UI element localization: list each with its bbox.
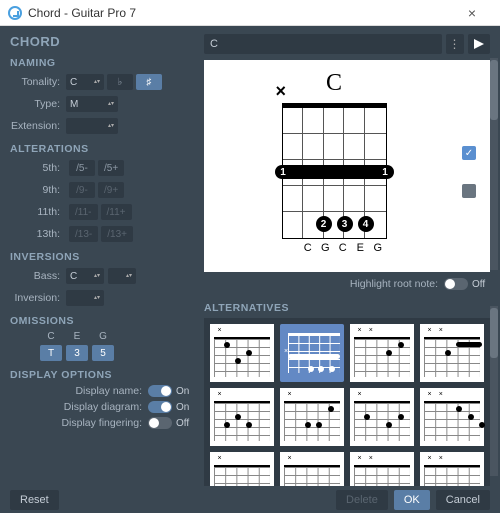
extension-select[interactable]: ▴▾ [66, 118, 118, 134]
alt5-minus[interactable]: /5- [69, 160, 95, 176]
alternatives-scrollbar[interactable] [490, 306, 498, 476]
alt-chord-6[interactable]: × [280, 388, 344, 446]
left-panel: CHORD NAMING Tonality: C▴▾ ♭ ♯ Type: M▴▾… [0, 26, 204, 486]
extension-label: Extension: [10, 120, 66, 132]
tonality-label: Tonality: [10, 76, 66, 88]
ok-button[interactable]: OK [394, 490, 430, 510]
alt-chord-12[interactable]: ×× [420, 452, 484, 486]
diagram-scrollbar[interactable] [490, 58, 498, 270]
flat-button[interactable]: ♭ [107, 74, 133, 90]
alt-chord-9[interactable]: × [210, 452, 274, 486]
alt-chord-1[interactable]: × [210, 324, 274, 382]
sharp-button[interactable]: ♯ [136, 74, 162, 90]
alt11-label: 11th: [10, 206, 66, 218]
alt5-plus[interactable]: /5+ [98, 160, 124, 176]
omissions-row: CT E3 G5 [40, 331, 194, 361]
inversions-header: INVERSIONS [10, 251, 194, 263]
alt-chord-7[interactable]: × [350, 388, 414, 446]
display-name-label: Display name: [75, 385, 142, 397]
alternatives-header: ALTERNATIVES [204, 302, 490, 314]
om-e-label: E [74, 331, 81, 345]
alt11-minus[interactable]: /11- [69, 204, 98, 220]
display-diagram-state: On [176, 402, 194, 413]
display-diagram-label: Display diagram: [64, 401, 142, 413]
alt-chord-2[interactable]: × [280, 324, 344, 382]
om-c-label: C [47, 331, 54, 345]
string-names: CGCEG [282, 242, 387, 254]
display-fingering-toggle[interactable] [148, 417, 172, 429]
alt-chord-4[interactable]: ×× [420, 324, 484, 382]
diagram-check-1[interactable]: ✓ [462, 146, 476, 160]
alt13-minus[interactable]: /13- [69, 226, 98, 242]
om-t-button[interactable]: T [40, 345, 62, 361]
chord-header: CHORD [10, 34, 194, 49]
alt-chord-10[interactable]: × [280, 452, 344, 486]
display-name-toggle[interactable] [148, 385, 172, 397]
alt13-plus[interactable]: /13+ [101, 226, 133, 242]
finger-dot-4: 4 [358, 216, 374, 232]
om-3-button[interactable]: 3 [66, 345, 88, 361]
more-button[interactable]: ⋮ [446, 34, 464, 54]
alternatives-panel: × × ×× ×× × × × ×× × × ×× ×× [204, 318, 490, 486]
delete-button[interactable]: Delete [336, 490, 388, 510]
diagram-check-2[interactable] [462, 184, 476, 198]
naming-header: NAMING [10, 57, 194, 69]
highlight-state: Off [472, 279, 490, 290]
bass-select[interactable]: C▴▾ [66, 268, 104, 284]
alt-chord-11[interactable]: ×× [350, 452, 414, 486]
alt-chord-8[interactable]: ×× [420, 388, 484, 446]
play-button[interactable] [468, 34, 490, 54]
footer: Reset Delete OK Cancel [0, 486, 500, 513]
inversion-label: Inversion: [10, 292, 66, 304]
highlight-toggle[interactable] [444, 278, 468, 290]
titlebar: Chord - Guitar Pro 7 × [0, 0, 500, 26]
cancel-button[interactable]: Cancel [436, 490, 490, 510]
display-diagram-toggle[interactable] [148, 401, 172, 413]
alt5-label: 5th: [10, 162, 66, 174]
finger-dot-2: 2 [316, 216, 332, 232]
alt-chord-3[interactable]: ×× [350, 324, 414, 382]
reset-button[interactable]: Reset [10, 490, 59, 510]
alt11-plus[interactable]: /11+ [101, 204, 132, 220]
display-name-state: On [176, 386, 194, 397]
display-fingering-label: Display fingering: [61, 417, 142, 429]
display-fingering-state: Off [176, 418, 194, 429]
barre-indicator: 11 [275, 165, 394, 179]
bass-label: Bass: [10, 270, 66, 282]
type-label: Type: [10, 98, 66, 110]
window-title: Chord - Guitar Pro 7 [28, 6, 452, 20]
display-header: DISPLAY OPTIONS [10, 369, 194, 381]
highlight-label: Highlight root note: [350, 278, 438, 290]
inversion-select[interactable]: ▴▾ [66, 290, 104, 306]
diagram-chord-name: C [326, 70, 342, 97]
alt9-minus[interactable]: /9- [69, 182, 95, 198]
om-g-label: G [99, 331, 107, 345]
chord-diagram: C × 11 2 3 4 CGCEG [204, 60, 490, 272]
alt9-plus[interactable]: /9+ [98, 182, 124, 198]
finger-dot-3: 3 [337, 216, 353, 232]
tonality-select[interactable]: C▴▾ [66, 74, 104, 90]
app-icon [8, 6, 22, 20]
omissions-header: OMISSIONS [10, 315, 194, 327]
alterations-header: ALTERATIONS [10, 143, 194, 155]
alt9-label: 9th: [10, 184, 66, 196]
alt13-label: 13th: [10, 228, 66, 240]
om-5-button[interactable]: 5 [92, 345, 114, 361]
mute-icon: × [276, 81, 287, 102]
bass-acc-select[interactable]: ▴▾ [108, 268, 136, 284]
close-icon[interactable]: × [452, 5, 492, 21]
alt-chord-5[interactable]: × [210, 388, 274, 446]
chord-name-input[interactable]: C [204, 34, 442, 54]
type-select[interactable]: M▴▾ [66, 96, 118, 112]
